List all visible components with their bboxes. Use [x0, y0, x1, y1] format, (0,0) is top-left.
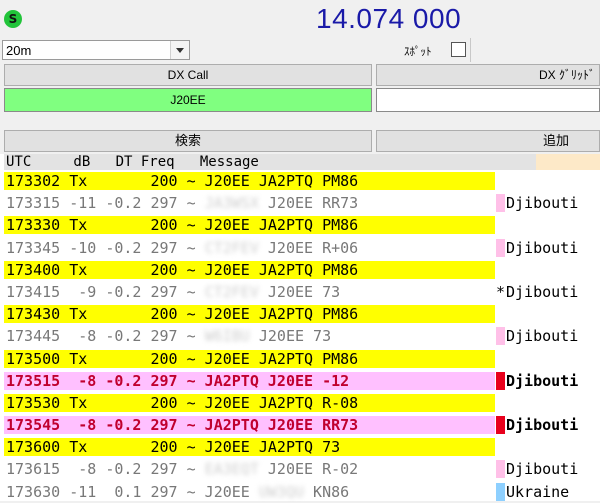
decode-message: 173445 -8 -0.2 297 ~ W6IBU J20EE 73 [6, 327, 332, 346]
new-dxcc-star: * [496, 282, 506, 301]
decode-row[interactable]: 173345 -10 -0.2 297 ~ CT2FEV J20EE R+06 D… [0, 237, 600, 259]
country-label: Djibouti [506, 460, 579, 479]
decode-message: 173630 -11 0.1 297 ~ J20EE UW3QU KN86 [6, 482, 350, 501]
country-label: Djibouti [506, 371, 579, 390]
redacted-callsign: W6IBU [204, 327, 250, 346]
dx-call-header: DX Call [4, 64, 372, 86]
decode-row[interactable]: 173545 -8 -0.2 297 ~ JA2PTQ J20EE RR73 Dj… [0, 414, 600, 436]
decode-row[interactable]: 173400 Tx 200 ~ J20EE JA2PTQ PM86 [0, 259, 600, 281]
column-header-tail [536, 154, 600, 170]
column-header: UTC dB DT Freq Message [0, 154, 600, 170]
decode-row[interactable]: 173315 -11 -0.2 297 ~ JA3WSX J20EE RR73 D… [0, 192, 600, 214]
redacted-callsign: JA3WSX [204, 194, 259, 213]
dx-call-field[interactable]: J20EE [4, 88, 372, 112]
decode-message: 173400 Tx 200 ~ J20EE JA2PTQ PM86 [6, 260, 359, 279]
search-button[interactable]: 検索 [4, 130, 372, 152]
country-marker [496, 416, 505, 435]
spot-label: ｽﾎﾟｯﾄ [404, 46, 432, 58]
decode-message: 173302 Tx 200 ~ J20EE JA2PTQ PM86 [6, 172, 359, 190]
country-marker [496, 482, 505, 501]
decode-row[interactable]: 173515 -8 -0.2 297 ~ JA2PTQ J20EE -12 Dji… [0, 370, 600, 392]
decode-row[interactable]: 173500 Tx 200 ~ J20EE JA2PTQ PM86 [0, 348, 600, 370]
country-marker [496, 460, 505, 479]
decode-message: 173315 -11 -0.2 297 ~ JA3WSX J20EE RR73 [6, 194, 359, 213]
decode-message: 173430 Tx 200 ~ J20EE JA2PTQ PM86 [6, 305, 359, 324]
decode-message: 173330 Tx 200 ~ J20EE JA2PTQ PM86 [6, 216, 359, 235]
toolbar-separator [470, 38, 471, 62]
country-label: Djibouti [506, 194, 579, 213]
status-icon: S [4, 10, 22, 28]
country-label: Djibouti [506, 327, 579, 346]
decode-message: 173515 -8 -0.2 297 ~ JA2PTQ J20EE -12 [6, 371, 350, 390]
country-marker [496, 238, 505, 257]
country-label: Djibouti [506, 416, 579, 435]
country-label: Ukraine [506, 482, 570, 501]
decode-message: 173600 Tx 200 ~ J20EE JA2PTQ 73 [6, 438, 341, 457]
decode-row[interactable]: 173330 Tx 200 ~ J20EE JA2PTQ PM86 [0, 214, 600, 236]
decode-row[interactable]: 173445 -8 -0.2 297 ~ W6IBU J20EE 73 Djibo… [0, 325, 600, 347]
dx-grid-header: DX ｸﾞﾘｯﾄﾞ [376, 64, 600, 86]
country-marker [496, 327, 505, 346]
decode-row[interactable]: 173530 Tx 200 ~ J20EE JA2PTQ R-08 [0, 392, 600, 414]
redacted-callsign: UW3QU [258, 482, 305, 501]
country-label: Djibouti [506, 238, 579, 257]
decode-row[interactable]: 173630 -11 0.1 297 ~ J20EE UW3QU KN86 Ukr… [0, 481, 600, 503]
redacted-callsign: CT2FEV [204, 238, 259, 257]
country-marker: * [496, 283, 505, 301]
frequency-display: 14.074 000 [316, 3, 462, 34]
decode-row[interactable]: 173415 -9 -0.2 297 ~ CT2FEV J20EE 73 * Dji… [0, 281, 600, 303]
decode-message: 173545 -8 -0.2 297 ~ JA2PTQ J20EE RR73 [6, 416, 359, 435]
band-select[interactable]: 20m [2, 40, 190, 60]
decode-panel[interactable]: UTC dB DT Freq Message 173302 Tx 200 ~ J… [0, 154, 600, 501]
country-marker [496, 194, 505, 213]
band-value: 20m [6, 43, 32, 58]
decode-row[interactable]: 173615 -8 -0.2 297 ~ EA3EQT J20EE R-02 Dj… [0, 458, 600, 480]
spot-checkbox[interactable] [451, 42, 466, 57]
decode-message: 173530 Tx 200 ~ J20EE JA2PTQ R-08 [6, 393, 359, 412]
decode-rows: 173302 Tx 200 ~ J20EE JA2PTQ PM86 173315 … [0, 170, 600, 503]
column-header-text: UTC dB DT Freq Message [6, 154, 259, 170]
decode-message: 173615 -8 -0.2 297 ~ EA3EQT J20EE R-02 [6, 460, 359, 479]
decode-row[interactable]: 173600 Tx 200 ~ J20EE JA2PTQ 73 [0, 436, 600, 458]
redacted-callsign: EA3EQT [204, 460, 259, 479]
decode-message: 173415 -9 -0.2 297 ~ CT2FEV J20EE 73 [6, 282, 341, 301]
country-marker [496, 371, 505, 390]
add-button[interactable]: 追加 [376, 130, 600, 152]
chevron-down-icon[interactable] [170, 41, 189, 59]
decode-message: 173345 -10 -0.2 297 ~ CT2FEV J20EE R+06 [6, 238, 359, 257]
redacted-callsign: CT2FEV [204, 282, 259, 301]
decode-row[interactable]: 173430 Tx 200 ~ J20EE JA2PTQ PM86 [0, 303, 600, 325]
decode-message: 173500 Tx 200 ~ J20EE JA2PTQ PM86 [6, 349, 359, 368]
dx-grid-field[interactable] [376, 88, 600, 112]
country-label: Djibouti [506, 282, 579, 301]
decode-row[interactable]: 173302 Tx 200 ~ J20EE JA2PTQ PM86 [0, 170, 600, 192]
